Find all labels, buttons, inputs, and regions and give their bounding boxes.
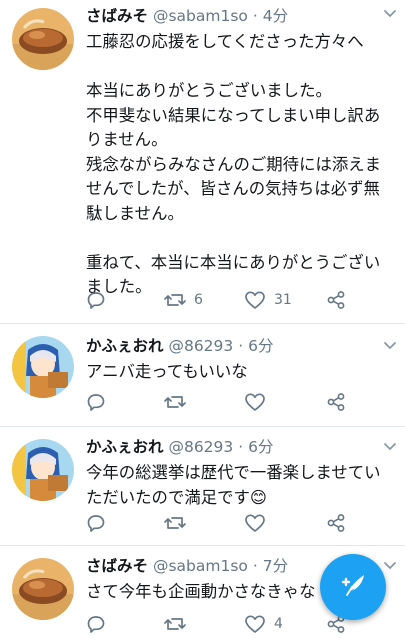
like-count: 31 — [274, 292, 292, 308]
share-icon — [326, 290, 346, 310]
chevron-down-icon[interactable] — [383, 558, 397, 572]
display-name[interactable]: さばみそ — [86, 7, 148, 25]
retweet-icon — [164, 513, 186, 533]
timestamp[interactable]: 4分 — [263, 7, 288, 25]
tweet-text: アニバ走ってもいいな — [86, 362, 248, 381]
tweet-text: 工藤忍の応援をしてくださった方々へ 本当にありがとうございました。 不甲斐ない結… — [86, 32, 382, 296]
tweet-header: さばみそ @sabam1so · 4分 — [86, 4, 393, 28]
share-button[interactable] — [326, 288, 346, 312]
reply-button[interactable] — [86, 612, 106, 636]
tweet-header: かふぇおれ @86293 · 6分 — [86, 334, 393, 358]
tweet[interactable]: さばみそ @sabam1so · 4分 工藤忍の応援をしてくださった方々へ 本当… — [0, 0, 405, 324]
like-count: 4 — [274, 616, 283, 632]
user-handle[interactable]: @86293 — [168, 337, 233, 355]
avatar[interactable] — [12, 558, 74, 620]
timestamp[interactable]: 6分 — [248, 438, 273, 456]
compose-tweet-icon — [338, 570, 368, 604]
retweet-button[interactable] — [164, 511, 194, 535]
tweet[interactable]: かふぇおれ @86293 · 6分 アニバ走ってもいいな — [0, 324, 405, 427]
retweet-button[interactable] — [164, 390, 194, 414]
reply-icon — [86, 290, 106, 310]
reply-icon — [86, 392, 106, 412]
avatar[interactable] — [12, 8, 74, 70]
retweet-icon — [164, 392, 186, 412]
reply-button[interactable] — [86, 511, 106, 535]
avatar[interactable] — [12, 336, 74, 398]
tweet-header: かふぇおれ @86293 · 6分 — [86, 435, 393, 459]
chevron-down-icon[interactable] — [383, 338, 397, 352]
separator-dot: · — [252, 557, 258, 575]
display-name[interactable]: かふぇおれ — [86, 438, 164, 456]
avatar[interactable] — [12, 439, 74, 501]
like-icon — [244, 290, 266, 310]
share-icon — [326, 392, 346, 412]
retweet-count: 6 — [194, 292, 203, 308]
retweet-icon — [164, 614, 186, 634]
like-button[interactable]: 31 — [244, 288, 292, 312]
separator-dot: · — [238, 438, 244, 456]
reply-icon — [86, 513, 106, 533]
display-name[interactable]: かふぇおれ — [86, 337, 164, 355]
compose-tweet-button[interactable] — [320, 554, 386, 620]
like-button[interactable]: 4 — [244, 612, 283, 636]
reply-button[interactable] — [86, 288, 106, 312]
retweet-button[interactable] — [164, 612, 194, 636]
retweet-icon — [164, 290, 186, 310]
tweet[interactable]: かふぇおれ @86293 · 6分 今年の総選挙は歴代で一番楽しませていただいた… — [0, 427, 405, 546]
timestamp[interactable]: 6分 — [248, 337, 273, 355]
chevron-down-icon[interactable] — [383, 6, 397, 20]
timestamp[interactable]: 7分 — [263, 557, 288, 575]
like-button[interactable] — [244, 511, 274, 535]
chevron-down-icon[interactable] — [383, 439, 397, 453]
separator-dot: · — [252, 7, 258, 25]
like-icon — [244, 392, 266, 412]
retweet-button[interactable]: 6 — [164, 288, 203, 312]
separator-dot: · — [238, 337, 244, 355]
display-name[interactable]: さばみそ — [86, 557, 148, 575]
reply-icon — [86, 614, 106, 634]
like-icon — [244, 614, 266, 634]
reply-button[interactable] — [86, 390, 106, 414]
like-button[interactable] — [244, 390, 274, 414]
share-icon — [326, 513, 346, 533]
share-button[interactable] — [326, 390, 346, 414]
user-handle[interactable]: @sabam1so — [153, 557, 248, 575]
user-handle[interactable]: @sabam1so — [153, 7, 248, 25]
share-button[interactable] — [326, 511, 346, 535]
tweet-text: 今年の総選挙は歴代で一番楽しませていただいたので満足です😊 — [86, 463, 381, 507]
user-handle[interactable]: @86293 — [168, 438, 233, 456]
like-icon — [244, 513, 266, 533]
